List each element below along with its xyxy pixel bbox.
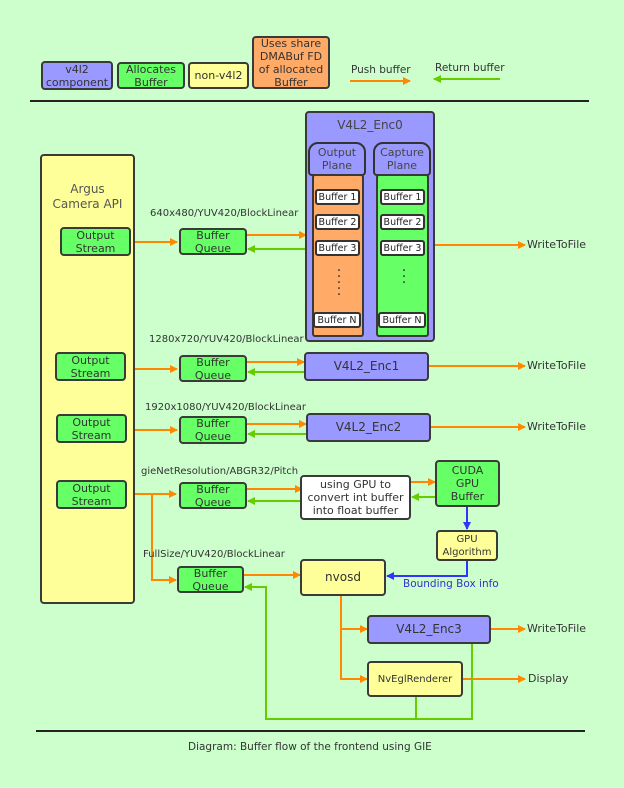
capture-buffer-ellipsis: · · · <box>401 263 407 291</box>
buffer-queue-2: Buffer Queue <box>179 416 247 444</box>
capture-plane-header: Capture Plane <box>373 142 431 176</box>
gpu-convert-box: using GPU to convert int buffer into flo… <box>300 475 411 520</box>
push-arrow <box>340 596 368 633</box>
cuda-gpu-buffer: CUDA GPU Buffer <box>435 460 500 507</box>
write-to-file-0: WriteToFile <box>527 238 587 251</box>
write-to-file-3: WriteToFile <box>527 622 587 635</box>
output-buffer-3: Buffer 3 <box>315 240 360 256</box>
output-buffer-1: Buffer 1 <box>315 189 360 205</box>
display-output: Display <box>528 672 569 685</box>
output-plane-header: Output Plane <box>308 142 366 176</box>
v4l2-enc2: V4L2_Enc2 <box>306 413 431 442</box>
format-label-0: 640x480/YUV420/BlockLinear <box>150 208 299 219</box>
v4l2-enc1: V4L2_Enc1 <box>304 352 429 381</box>
buffer-queue-4: Buffer Queue <box>177 566 244 593</box>
bbox-info-arrow <box>386 560 468 580</box>
gpu-algorithm: GPU Algorithm <box>436 530 498 561</box>
write-to-file-1: WriteToFile <box>527 359 587 372</box>
buffer-queue-1: Buffer Queue <box>179 355 247 382</box>
format-label-1: 1280x720/YUV420/BlockLinear <box>149 334 304 345</box>
output-stream-0: Output Stream <box>60 227 131 256</box>
argus-title: Argus Camera API <box>52 182 123 211</box>
nvosd: nvosd <box>300 559 386 596</box>
output-buffer-ellipsis: · · · · · <box>336 263 342 303</box>
capture-buffer-1: Buffer 1 <box>380 189 425 205</box>
capture-buffer-3: Buffer 3 <box>380 240 425 256</box>
bounding-box-info-label: Bounding Box info <box>403 578 499 590</box>
v4l2-enc3: V4L2_Enc3 <box>367 615 491 644</box>
enc0-title: V4L2_Enc0 <box>337 118 403 132</box>
push-arrow <box>151 494 177 584</box>
format-label-3: gieNetResolution/ABGR32/Pitch <box>141 466 299 477</box>
push-arrow <box>340 629 368 683</box>
output-stream-1: Output Stream <box>55 352 126 381</box>
write-to-file-2: WriteToFile <box>527 420 587 433</box>
capture-buffer-2: Buffer 2 <box>380 214 425 230</box>
output-buffer-n: Buffer N <box>313 312 361 328</box>
output-buffer-2: Buffer 2 <box>315 214 360 230</box>
format-label-2: 1920x1080/YUV420/BlockLinear <box>145 402 307 413</box>
bottom-divider <box>36 730 585 732</box>
buffer-queue-0: Buffer Queue <box>179 228 247 255</box>
format-label-4: FullSize/YUV420/BlockLinear <box>143 549 285 560</box>
buffer-queue-3: Buffer Queue <box>179 482 247 509</box>
return-arrow <box>244 583 473 720</box>
output-stream-2: Output Stream <box>56 414 127 443</box>
diagram-caption: Diagram: Buffer flow of the frontend usi… <box>188 741 432 753</box>
capture-buffer-n: Buffer N <box>378 312 426 328</box>
output-stream-3: Output Stream <box>56 480 127 509</box>
nveglrenderer: NvEglRenderer <box>367 661 463 697</box>
